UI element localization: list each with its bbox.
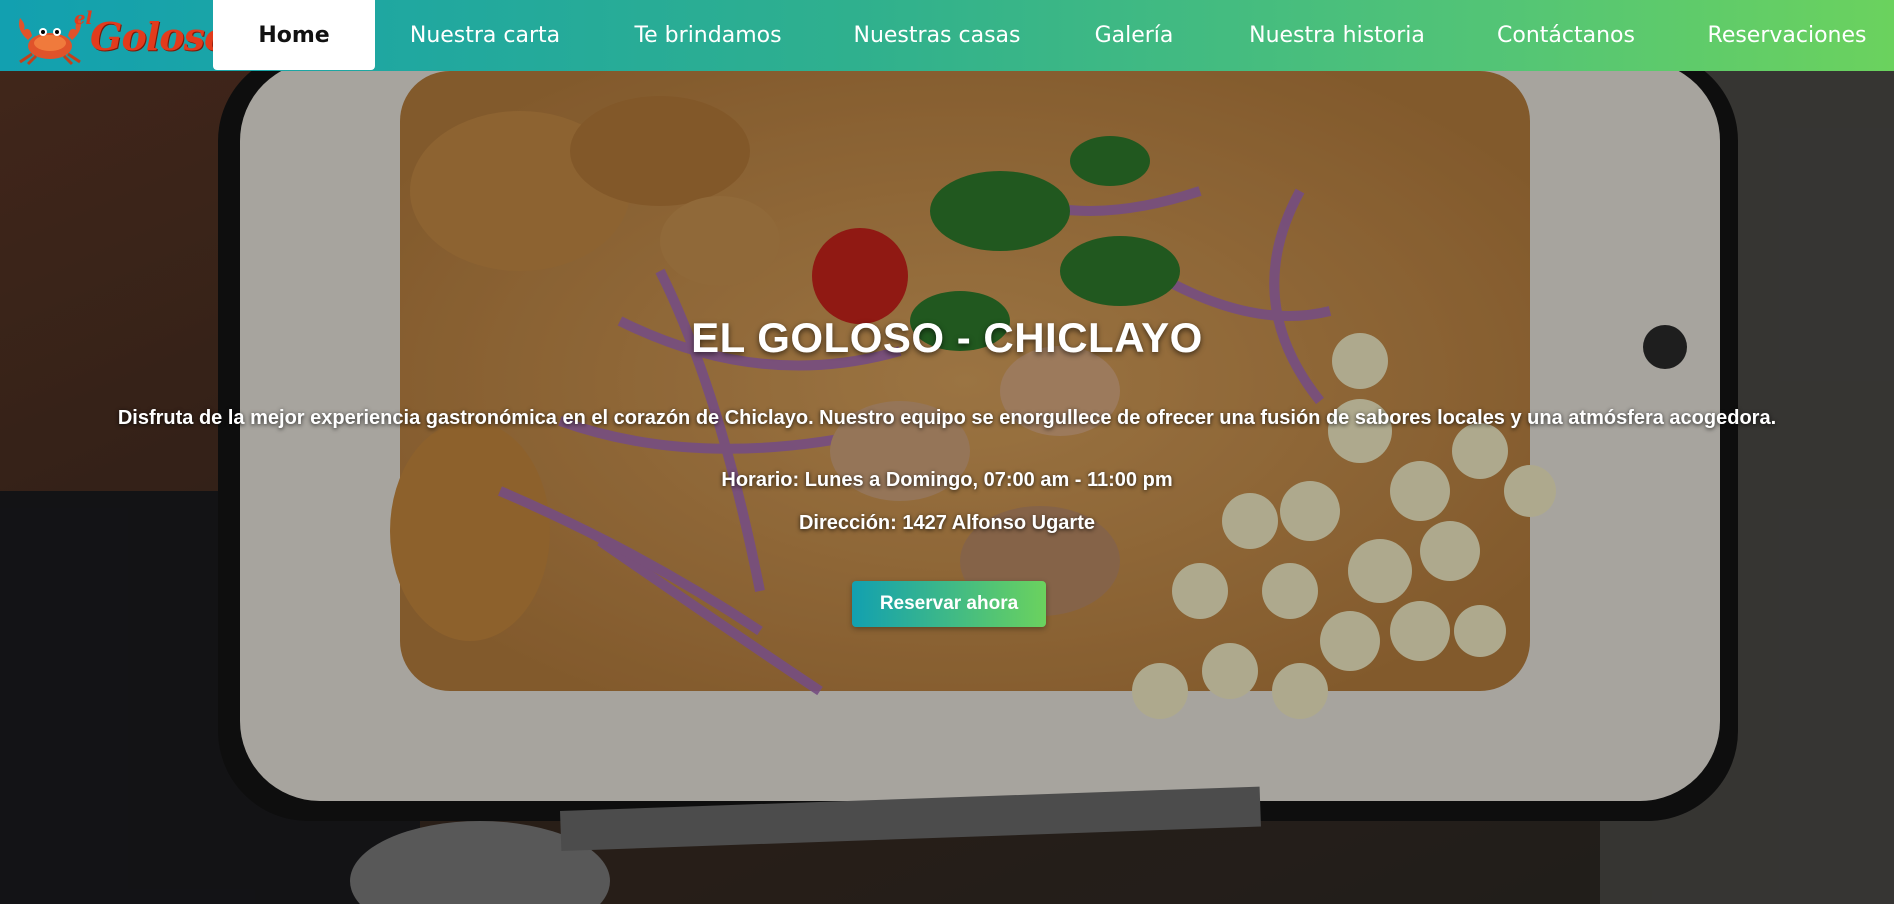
nav-nuestra-historia[interactable]: Nuestra historia bbox=[1249, 0, 1425, 71]
top-navbar: el Goloso Home Nuestra carta Te brindamo… bbox=[0, 0, 1894, 71]
logo[interactable]: el Goloso bbox=[10, 6, 229, 66]
hero-section: EL GOLOSO - CHICLAYO Disfruta de la mejo… bbox=[0, 71, 1894, 904]
nav-contactanos[interactable]: Contáctanos bbox=[1497, 0, 1635, 71]
hero-description: Disfruta de la mejor experiencia gastron… bbox=[117, 407, 1777, 429]
reserve-now-button[interactable]: Reservar ahora bbox=[852, 581, 1046, 627]
hero-address: Dirección: 1427 Alfonso Ugarte bbox=[798, 512, 1095, 534]
nav-nuestra-carta[interactable]: Nuestra carta bbox=[405, 0, 565, 71]
hero-title: EL GOLOSO - CHICLAYO bbox=[691, 314, 1203, 361]
nav-home[interactable]: Home bbox=[213, 0, 375, 70]
nav-reservaciones[interactable]: Reservaciones bbox=[1708, 0, 1867, 71]
nav-nuestras-casas[interactable]: Nuestras casas bbox=[853, 0, 1021, 71]
nav-galeria[interactable]: Galería bbox=[1090, 0, 1178, 71]
nav-te-brindamos[interactable]: Te brindamos bbox=[630, 0, 786, 71]
hero-hours: Horario: Lunes a Domingo, 07:00 am - 11:… bbox=[721, 469, 1173, 491]
logo-name: Goloso bbox=[90, 14, 229, 59]
